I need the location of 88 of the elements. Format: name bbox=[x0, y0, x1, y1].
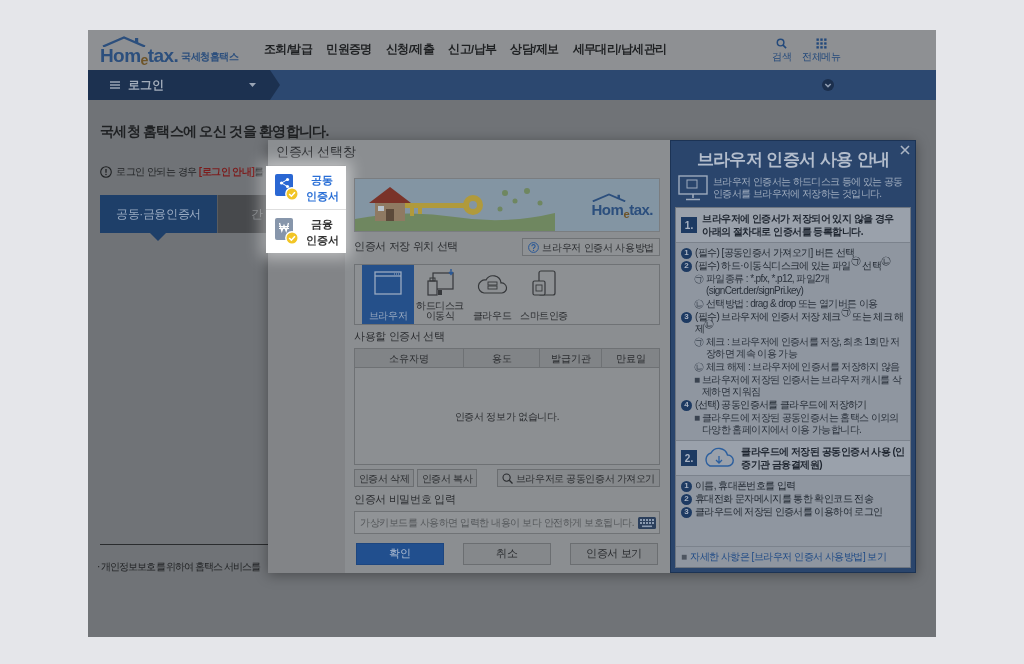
step-number: 2 bbox=[681, 493, 692, 505]
privacy-note: · 개인정보보호를 위하여 홈택스 서비스를 bbox=[97, 560, 261, 574]
cert-type-item[interactable]: 공동 인증서 bbox=[266, 166, 346, 210]
guide-link[interactable]: 자세한 사항은 [브라우저 인증서 사용방법] 보기 bbox=[690, 551, 887, 563]
note-marker: ㉡ bbox=[694, 361, 704, 373]
monitor-icon bbox=[678, 175, 708, 201]
note-marker: ■ bbox=[694, 374, 701, 386]
note-marker: ㉡ bbox=[694, 298, 704, 310]
keyboard-icon[interactable] bbox=[638, 516, 656, 529]
nav-link[interactable]: 민원증명 bbox=[326, 41, 372, 59]
column-header: 용도 bbox=[464, 349, 540, 367]
empty-message: 인증서 정보가 없습니다. bbox=[454, 409, 560, 424]
login-notice: 로그인 안되는 경우 [로그인 안내]를 bbox=[116, 165, 264, 179]
confirm-button[interactable]: 확인 bbox=[356, 543, 444, 565]
step-number: 4 bbox=[681, 399, 692, 411]
cancel-button[interactable]: 취소 bbox=[463, 543, 551, 565]
login-menu[interactable]: 로그인 bbox=[88, 70, 280, 100]
storage-option[interactable]: 하드디스크 이동식 bbox=[414, 265, 466, 324]
banner-logo: Hom$_{e}$tax. bbox=[591, 202, 653, 217]
note-text: 브라우저에 저장된 인증서는 브라우저 캐시를 삭제하면 지워짐 bbox=[702, 374, 903, 398]
step-text: 클라우드에 저장된 인증서를 이용하여 로그인 bbox=[695, 506, 883, 518]
step-number: 3 bbox=[681, 311, 692, 323]
note-marker: ㉠ bbox=[694, 336, 704, 348]
note-marker: ■ bbox=[694, 412, 701, 424]
nav-link[interactable]: 신청/제출 bbox=[385, 41, 435, 59]
copy-certificate-button[interactable]: 인증서 복사 bbox=[417, 469, 477, 487]
field-label: 인증서 비밀번호 입력 bbox=[354, 492, 456, 507]
cert-type-item[interactable]: 금융 인증서 bbox=[266, 210, 346, 253]
step-text: 휴대전화 문자메시지를 통한 확인코드 전송 bbox=[695, 493, 873, 505]
note-text: 클라우드에 저장된 공동인증서는 홈택스 이외의 다양한 홈페이지에서 이용 가능합니다. bbox=[702, 412, 900, 436]
guide-intro: 브라우저 인증서는 하드디스크 등에 있는 공동인증서를 브라우저에 저장하는 것입니다. bbox=[713, 176, 904, 200]
column-header: 발급기관 bbox=[540, 349, 602, 367]
note-text: 선택방법 : drag & drop 또는 열기버튼 이용 bbox=[706, 298, 878, 309]
delete-certificate-button[interactable]: 인증서 삭제 bbox=[354, 469, 414, 487]
note-marker: ■ bbox=[681, 551, 688, 563]
storage-option[interactable]: 브라우저 bbox=[362, 265, 414, 324]
all-menu-button[interactable]: 전체메뉴 bbox=[802, 38, 840, 62]
info-icon bbox=[100, 166, 112, 178]
welcome-heading: 국세청 홈택스에 오신 것을 환영합니다. bbox=[100, 122, 329, 141]
nav-link[interactable]: 조회/발급 bbox=[264, 41, 313, 59]
section-label: 사용할 인증서 선택 bbox=[354, 329, 445, 344]
roof-icon bbox=[102, 35, 146, 47]
step-number: 1 bbox=[681, 247, 692, 259]
search-button[interactable]: 검색 bbox=[772, 38, 791, 62]
nav-link[interactable]: 세무대리/납세관리 bbox=[572, 41, 667, 59]
tab[interactable]: 공동·금융인증서 bbox=[100, 195, 217, 233]
share-card-icon bbox=[275, 174, 299, 201]
menu-icon bbox=[110, 81, 120, 89]
roof-icon bbox=[591, 193, 626, 202]
note-marker: ㉠ bbox=[694, 273, 704, 285]
nav-link[interactable]: 신고/납부 bbox=[448, 41, 497, 59]
grid-icon bbox=[815, 38, 827, 49]
step-text: (필수) [공동인증서 가져오기] 버튼 선택 bbox=[695, 247, 855, 258]
chevron-down-icon[interactable] bbox=[822, 79, 834, 91]
note-text: 파일종류 : *.pfx, *.p12, 파일2개 (signCert.der/signPri.key) bbox=[706, 273, 831, 297]
step-text: 이름, 휴대폰번호를 입력 bbox=[695, 480, 796, 492]
close-icon[interactable] bbox=[900, 145, 910, 155]
step-number: 2 bbox=[681, 260, 692, 272]
section-number: 1. bbox=[681, 217, 697, 233]
logo-subtitle: 국세청홈택스 bbox=[181, 49, 239, 64]
nav-link[interactable]: 상담/제보 bbox=[510, 41, 559, 59]
search-icon bbox=[776, 38, 787, 49]
logo[interactable]: Hom$_{e}$tax. bbox=[100, 46, 179, 65]
import-button[interactable]: 브라우저로 공동인증서 가져오기 bbox=[496, 469, 660, 487]
usb-monitor-icon bbox=[424, 269, 456, 297]
section-heading: 클라우드에 저장된 공동인증서 사용 (인증기관 금융결제원) bbox=[741, 445, 905, 471]
caret-icon bbox=[249, 83, 256, 87]
storage-option[interactable]: 스마트인증 bbox=[518, 265, 570, 324]
storage-option[interactable]: 클라우드 bbox=[466, 265, 518, 324]
section-number: 2. bbox=[681, 450, 697, 466]
browser-window-icon bbox=[372, 269, 404, 297]
column-header: 만료일 bbox=[614, 351, 647, 366]
step-text: (선택) 공동인증서를 클라우드에 저장하기 bbox=[695, 399, 867, 411]
won-card-icon bbox=[275, 218, 299, 245]
note-text: 체크 해제 : 브라우저에 인증서를 저장하지 않음 bbox=[706, 361, 900, 373]
note-text: 체크 : 브라우저에 인증서를 저장, 최초 1회만 저장하면 계속 이용 가능 bbox=[706, 336, 901, 360]
section-label: 인증서 저장 위치 선택 bbox=[354, 239, 459, 255]
search-icon bbox=[501, 472, 513, 484]
help-icon bbox=[528, 241, 540, 253]
section-heading: 브라우저에 인증서가 저장되어 있지 않을 경우 아래의 절차대로 인증서를 등록합니다. bbox=[702, 212, 895, 238]
column-header: 소유자명 bbox=[355, 349, 464, 367]
step-number: 1 bbox=[681, 480, 692, 492]
tab-pointer-icon bbox=[150, 233, 166, 241]
guide-title: 브라우저 인증서 사용 안내 bbox=[696, 149, 890, 171]
dialog-title: 인증서 선택창 bbox=[275, 144, 357, 162]
view-certificate-button[interactable]: 인증서 보기 bbox=[570, 543, 658, 565]
help-button[interactable]: 브라우저 인증서 사용방법 bbox=[522, 238, 660, 256]
step-number: 3 bbox=[681, 506, 692, 518]
